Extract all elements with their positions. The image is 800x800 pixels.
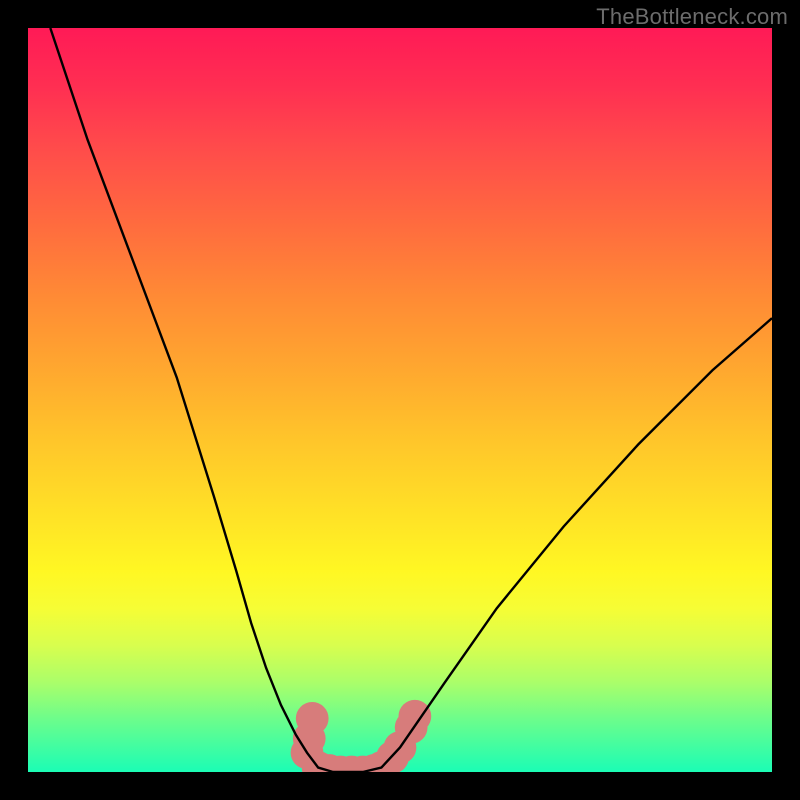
data-point: [296, 702, 329, 735]
curve-svg: [28, 28, 772, 772]
plot-area: [28, 28, 772, 772]
watermark-text: TheBottleneck.com: [596, 4, 788, 30]
bottleneck-curve: [50, 28, 772, 772]
chart-frame: TheBottleneck.com: [0, 0, 800, 800]
data-markers: [291, 700, 432, 772]
